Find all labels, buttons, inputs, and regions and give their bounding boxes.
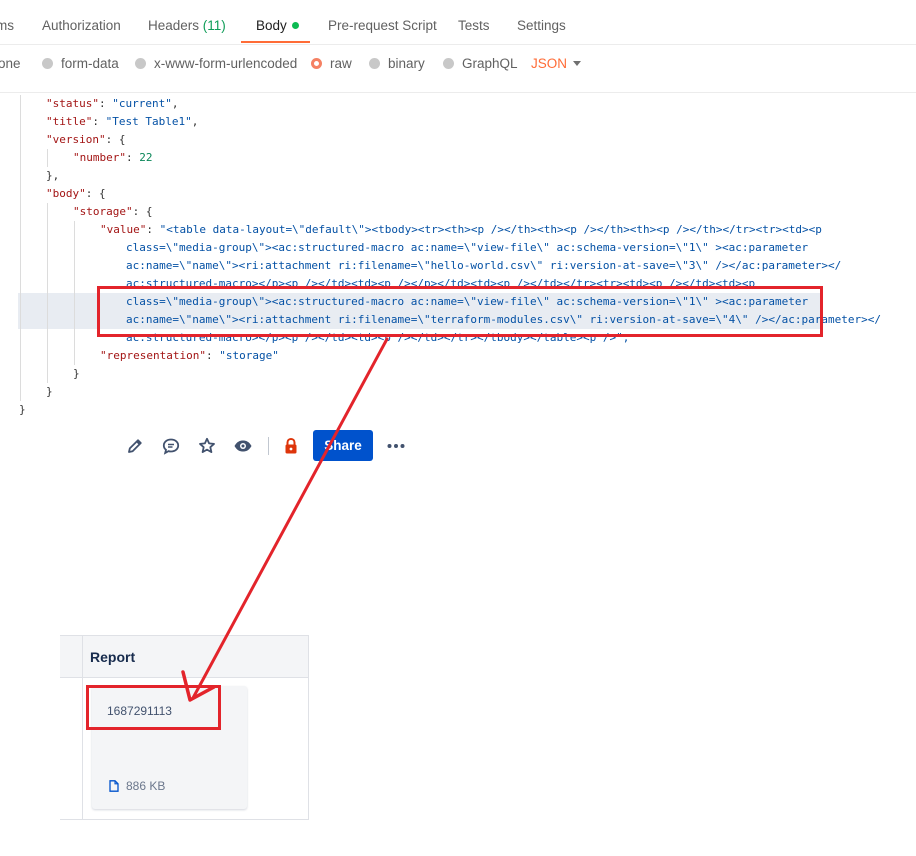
- code-line: "title": "Test Table1",: [46, 115, 199, 128]
- code-line: }: [19, 403, 26, 416]
- tab-params[interactable]: ms: [0, 18, 14, 33]
- lock-icon[interactable]: [281, 436, 301, 456]
- tab-headers[interactable]: Headers (11): [148, 18, 226, 33]
- code-line: "representation": "storage": [100, 349, 279, 362]
- radio-icon: [369, 58, 380, 69]
- active-tab-underline: [241, 41, 310, 43]
- chevron-down-icon[interactable]: [573, 61, 581, 66]
- body-type-binary[interactable]: binary: [369, 56, 425, 71]
- body-type-label: GraphQL: [462, 56, 518, 71]
- tab-headers-label: Headers: [148, 18, 200, 33]
- column-divider: [308, 636, 309, 819]
- body-type-form-data[interactable]: form-data: [42, 56, 119, 71]
- body-type-label: binary: [388, 56, 425, 71]
- divider: [0, 92, 916, 93]
- indent-guide: [20, 95, 21, 401]
- annotation-box: [97, 286, 823, 337]
- indent-guide: [47, 203, 48, 383]
- body-type-none[interactable]: one: [0, 56, 21, 71]
- body-type-graphql[interactable]: GraphQL: [443, 56, 518, 71]
- more-icon[interactable]: [386, 436, 406, 456]
- code-line: "storage": {: [73, 205, 153, 218]
- radio-selected-icon: [311, 58, 322, 69]
- table-header-row: Report: [60, 636, 309, 678]
- body-indicator-dot: [291, 22, 299, 29]
- comment-icon[interactable]: [161, 436, 181, 456]
- code-line: ac:name=\"name\"><ri:attachment ri:filen…: [126, 259, 842, 272]
- file-size: 886 KB: [126, 779, 166, 793]
- code-line: class=\"media-group\"><ac:structured-mac…: [126, 241, 809, 254]
- indent-guide: [47, 149, 48, 167]
- body-type-label: x-www-form-urlencoded: [154, 56, 298, 71]
- column-divider: [82, 636, 83, 819]
- request-tabs: ms Authorization Headers (11) Body Pre-r…: [0, 0, 916, 45]
- eye-icon[interactable]: [233, 436, 253, 456]
- share-button[interactable]: Share: [313, 430, 373, 461]
- code-line: }: [46, 385, 53, 398]
- code-line: },: [46, 169, 60, 182]
- column-header-report: Report: [90, 649, 136, 665]
- tab-authorization[interactable]: Authorization: [42, 18, 121, 33]
- star-icon[interactable]: [197, 436, 217, 456]
- radio-icon: [135, 58, 146, 69]
- radio-icon: [443, 58, 454, 69]
- code-line: "value": "<table data-layout=\"default\"…: [100, 223, 822, 236]
- tab-tests[interactable]: Tests: [458, 18, 490, 33]
- radio-icon: [42, 58, 53, 69]
- indent-guide: [74, 221, 75, 365]
- headers-count: (11): [202, 18, 226, 33]
- body-type-urlencoded[interactable]: x-www-form-urlencoded: [135, 56, 297, 71]
- pencil-icon[interactable]: [125, 436, 145, 456]
- file-icon: [109, 780, 119, 792]
- toolbar-divider: [268, 437, 269, 455]
- code-line: "body": {: [46, 187, 106, 200]
- code-line: "status": "current",: [46, 97, 179, 110]
- body-type-label: raw: [330, 56, 352, 71]
- code-line: "number": 22: [73, 151, 153, 164]
- body-type-label: form-data: [61, 56, 119, 71]
- body-type-raw[interactable]: raw: [311, 56, 352, 71]
- tab-pre-request-script[interactable]: Pre-request Script: [328, 18, 437, 33]
- tab-body-label: Body: [256, 18, 287, 33]
- annotation-box: [86, 685, 221, 730]
- tab-settings[interactable]: Settings: [517, 18, 566, 33]
- code-editor[interactable]: "status": "current", "title": "Test Tabl…: [0, 95, 916, 425]
- code-line: }: [73, 367, 80, 380]
- code-line: "version": {: [46, 133, 126, 146]
- tab-body[interactable]: Body: [256, 18, 299, 33]
- format-select[interactable]: JSON: [531, 56, 567, 71]
